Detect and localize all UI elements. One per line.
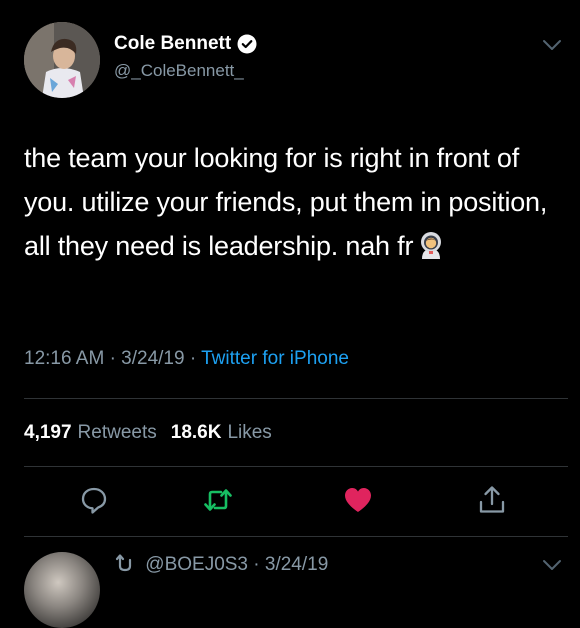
next-tweet-handle[interactable]: @BOEJ0S3 [145, 554, 248, 575]
divider [24, 536, 568, 537]
likes-label: Likes [227, 422, 272, 443]
divider [24, 398, 568, 399]
next-tweet-avatar[interactable] [24, 552, 100, 628]
tweet-body: the team your looking for is right in fr… [24, 143, 548, 261]
reply-context-icon [114, 552, 136, 576]
tweet-meta: 12:16 AM · 3/24/19 · Twitter for iPhone [24, 348, 349, 370]
tweet-date: 3/24/19 [121, 348, 185, 369]
next-tweet-header: @BOEJ0S3 · 3/24/19 [114, 552, 328, 576]
tweet-header: Cole Bennett @_ColeBennett_ [0, 0, 580, 110]
verified-badge-icon [237, 34, 257, 54]
retweets-count: 4,197 [24, 422, 72, 443]
author-name-row: Cole Bennett [114, 33, 257, 55]
next-tweet-date: 3/24/19 [264, 554, 329, 575]
tweet-time: 12:16 AM [24, 348, 105, 369]
like-icon[interactable] [342, 484, 374, 516]
author-handle[interactable]: @_ColeBennett_ [114, 61, 244, 81]
likes-count: 18.6K [170, 422, 222, 443]
meta-separator: · [189, 348, 197, 369]
astronaut-emoji-icon [419, 228, 443, 259]
author-display-name[interactable]: Cole Bennett [114, 33, 231, 55]
share-icon[interactable] [476, 484, 508, 516]
retweets-label: Retweets [77, 422, 157, 443]
meta-separator: · [109, 348, 116, 369]
meta-separator: · [253, 554, 260, 575]
reply-icon[interactable] [78, 484, 110, 516]
next-tweet-preview[interactable]: @BOEJ0S3 · 3/24/19 [0, 540, 580, 628]
retweets-stat[interactable]: 4,197 Retweets [24, 422, 157, 443]
tweet-text: the team your looking for is right in fr… [24, 136, 564, 268]
tweet-actions [0, 484, 580, 520]
retweet-icon[interactable] [202, 484, 234, 516]
tweet-source-link[interactable]: Twitter for iPhone [201, 348, 349, 369]
tweet-stats: 4,197 Retweets 18.6K Likes [24, 422, 272, 444]
chevron-down-icon[interactable] [542, 38, 562, 52]
author-avatar[interactable] [24, 22, 100, 98]
chevron-down-icon[interactable] [542, 558, 562, 572]
divider [24, 466, 568, 467]
likes-stat[interactable]: 18.6K Likes [171, 422, 272, 443]
